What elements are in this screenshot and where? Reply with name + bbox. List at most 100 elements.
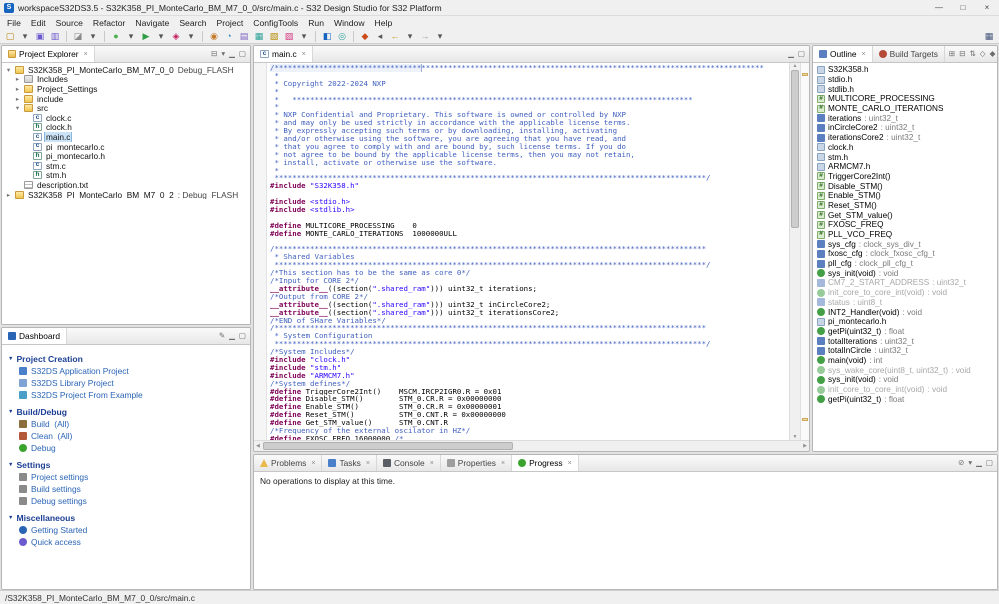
outline-item-init-core-to-core-int-void[interactable]: init_core_to_core_int(void) : void xyxy=(813,385,997,395)
external-tools-dropdown-icon[interactable]: ▾ xyxy=(184,30,198,43)
outline-item-sys-cfg[interactable]: sys_cfg : clock_sys_div_t xyxy=(813,239,997,249)
minimize-icon[interactable]: ▁ xyxy=(976,459,982,467)
outline-item-fxosc-freq[interactable]: #FXOSC_FREQ xyxy=(813,220,997,230)
outline-item-int2-handler-void[interactable]: INT2_Handler(void) : void xyxy=(813,307,997,317)
run-dropdown-icon[interactable]: ▾ xyxy=(154,30,168,43)
scroll-right-icon[interactable]: ▶ xyxy=(803,443,807,449)
horizontal-scroll-thumb[interactable] xyxy=(263,442,513,450)
outline-item-triggercore2int[interactable]: #TriggerCore2Int() xyxy=(813,172,997,182)
close-icon[interactable]: × xyxy=(366,460,370,467)
new-c-project-icon[interactable]: ◧ xyxy=(320,30,334,43)
close-icon[interactable]: × xyxy=(568,460,572,467)
outline-item-pll-vco-freq[interactable]: #PLL_VCO_FREQ xyxy=(813,230,997,240)
tree-item-pi-montecarlo-h[interactable]: hpi_montecarlo.h xyxy=(2,151,250,161)
collapse-arrow-icon[interactable]: ▼ xyxy=(8,409,13,415)
outline-item-totaliterations[interactable]: totalIterations : uint32_t xyxy=(813,336,997,346)
tree-item-main-c[interactable]: cmain.c xyxy=(2,132,250,142)
outline-item-getpi-uint32-t[interactable]: getPi(uint32_t) : float xyxy=(813,394,997,404)
back-icon[interactable]: ← xyxy=(388,30,402,43)
new-wizard-icon[interactable]: ▢ xyxy=(3,30,17,43)
build-all-icon[interactable]: ◪ xyxy=(71,30,85,43)
debug-icon[interactable]: ● xyxy=(109,30,123,43)
editor-vertical-scrollbar[interactable]: ▲ ▼ xyxy=(789,63,800,440)
config-tools-dropdown-icon[interactable]: ▾ xyxy=(297,30,311,43)
outline-item-pll-cfg[interactable]: pll_cfg : clock_pll_cfg_t xyxy=(813,259,997,269)
maximize-icon[interactable]: ▢ xyxy=(798,50,805,58)
tab-dashboard[interactable]: Dashboard xyxy=(2,328,67,344)
collapse-arrow-icon[interactable]: ▼ xyxy=(8,462,13,468)
tree-item-clock-h[interactable]: hclock.h xyxy=(2,123,250,133)
close-icon[interactable]: × xyxy=(862,51,866,58)
dcd-tool-icon[interactable]: ▦ xyxy=(252,30,266,43)
view-menu-icon[interactable]: ▾ xyxy=(221,50,225,58)
dashboard-link-s32ds-application-project[interactable]: S32DS Application Project xyxy=(19,366,250,376)
dashboard-link-getting-started[interactable]: Getting Started xyxy=(19,525,250,535)
tab-project-explorer[interactable]: Project Explorer × xyxy=(2,46,95,62)
vertical-scroll-thumb[interactable] xyxy=(791,70,799,228)
outline-item-pi-montecarlo-h[interactable]: pi_montecarlo.h xyxy=(813,317,997,327)
outline-item-cm7-2-start-address[interactable]: CM7_2_START_ADDRESS : uint32_t xyxy=(813,278,997,288)
menu-source[interactable]: Source xyxy=(51,18,88,28)
dashboard-link-debug[interactable]: Debug xyxy=(19,443,250,453)
tree-item-stm-h[interactable]: hstm.h xyxy=(2,171,250,181)
outline-item-reset-stm[interactable]: #Reset_STM() xyxy=(813,201,997,211)
tree-item-pi-montecarlo-c[interactable]: cpi_montecarlo.c xyxy=(2,142,250,152)
twistie-icon[interactable]: ▸ xyxy=(5,191,12,199)
collapse-all-icon[interactable]: ⊟ xyxy=(959,50,965,58)
outline-item-totalincircle[interactable]: totalInCircle : uint32_t xyxy=(813,346,997,356)
menu-help[interactable]: Help xyxy=(370,18,398,28)
tab-tasks[interactable]: Tasks× xyxy=(322,455,377,471)
tree-item-s32k358-pi-montecarlo-bm-m7-0-0[interactable]: ▾S32K358_PI_MonteCarlo_BM_M7_0_0 Debug_F… xyxy=(2,65,250,75)
dashboard-section-title[interactable]: ▼Build/Debug xyxy=(8,407,250,417)
collapse-arrow-icon[interactable]: ▼ xyxy=(8,515,13,521)
maximize-button[interactable]: □ xyxy=(951,0,975,15)
dashboard-link-quick-access[interactable]: Quick access xyxy=(19,537,250,547)
save-icon[interactable]: ▣ xyxy=(33,30,47,43)
close-icon[interactable]: × xyxy=(311,460,315,467)
tree-item-includes[interactable]: ▸Includes xyxy=(2,75,250,85)
back-dropdown-icon[interactable]: ▾ xyxy=(403,30,417,43)
outline-item-fxosc-cfg[interactable]: fxosc_cfg : clock_fxosc_cfg_t xyxy=(813,249,997,259)
tree-item-stm-c[interactable]: cstm.c xyxy=(2,161,250,171)
clear-completed-icon[interactable]: ⊘ xyxy=(958,459,964,467)
twistie-icon[interactable]: ▾ xyxy=(14,104,21,112)
pins-tool-icon[interactable]: ◉ xyxy=(207,30,221,43)
outline-item-incirclecore2[interactable]: inCircleCore2 : uint32_t xyxy=(813,123,997,133)
outline-item-iterations[interactable]: iterations : uint32_t xyxy=(813,113,997,123)
outline-item-sys-init-void[interactable]: sys_init(void) : void xyxy=(813,268,997,278)
close-icon[interactable]: × xyxy=(302,51,306,58)
cpp-perspective-icon[interactable]: ▦ xyxy=(982,30,996,43)
menu-edit[interactable]: Edit xyxy=(26,18,51,28)
overview-ruler[interactable] xyxy=(800,63,809,440)
annotation-mark[interactable] xyxy=(802,418,808,421)
maximize-icon[interactable]: ▢ xyxy=(986,459,993,467)
tab-progress[interactable]: Progress× xyxy=(512,455,579,471)
project-tree[interactable]: ▾S32K358_PI_MonteCarlo_BM_M7_0_0 Debug_F… xyxy=(2,63,250,324)
outline-item-disable-stm[interactable]: #Disable_STM() xyxy=(813,181,997,191)
menu-refactor[interactable]: Refactor xyxy=(88,18,130,28)
menu-project[interactable]: Project xyxy=(212,18,249,28)
tree-item-include[interactable]: ▸include xyxy=(2,94,250,104)
menu-configtools[interactable]: ConfigTools xyxy=(248,18,303,28)
tree-item-s32k358-pi-montecarlo-bm-m7-0-2[interactable]: ▸S32K358_PI_MonteCarlo_BM_M7_0_2: Debug_… xyxy=(2,190,250,200)
dashboard-section-title[interactable]: ▼Miscellaneous xyxy=(8,513,250,523)
hide-static-icon[interactable]: ◆ xyxy=(990,50,996,58)
outline-item-get-stm-value[interactable]: #Get_STM_value() xyxy=(813,210,997,220)
scroll-left-icon[interactable]: ◀ xyxy=(256,443,260,449)
ivt-tool-icon[interactable]: ▧ xyxy=(267,30,281,43)
outline-item-monte-carlo-iterations[interactable]: #MONTE_CARLO_ITERATIONS xyxy=(813,104,997,114)
dashboard-link-s32ds-project-from-example[interactable]: S32DS Project From Example xyxy=(19,390,250,400)
external-tools-icon[interactable]: ◈ xyxy=(169,30,183,43)
debug-dropdown-icon[interactable]: ▾ xyxy=(124,30,138,43)
dashboard-section-title[interactable]: ▼Project Creation xyxy=(8,354,250,364)
outline-item-status[interactable]: status : uint8_t xyxy=(813,298,997,308)
dashboard-section-title[interactable]: ▼Settings xyxy=(8,460,250,470)
outline-item-stdlib-h[interactable]: stdlib.h xyxy=(813,84,997,94)
dashboard-link-project-settings[interactable]: Project settings xyxy=(19,472,250,482)
save-all-icon[interactable]: ▥ xyxy=(48,30,62,43)
minimize-button[interactable]: — xyxy=(927,0,951,15)
qspi-tool-icon[interactable]: ▨ xyxy=(282,30,296,43)
menu-navigate[interactable]: Navigate xyxy=(130,18,174,28)
dashboard-link-s32ds-library-project[interactable]: S32DS Library Project xyxy=(19,378,250,388)
sort-icon[interactable]: ⇅ xyxy=(970,50,976,58)
